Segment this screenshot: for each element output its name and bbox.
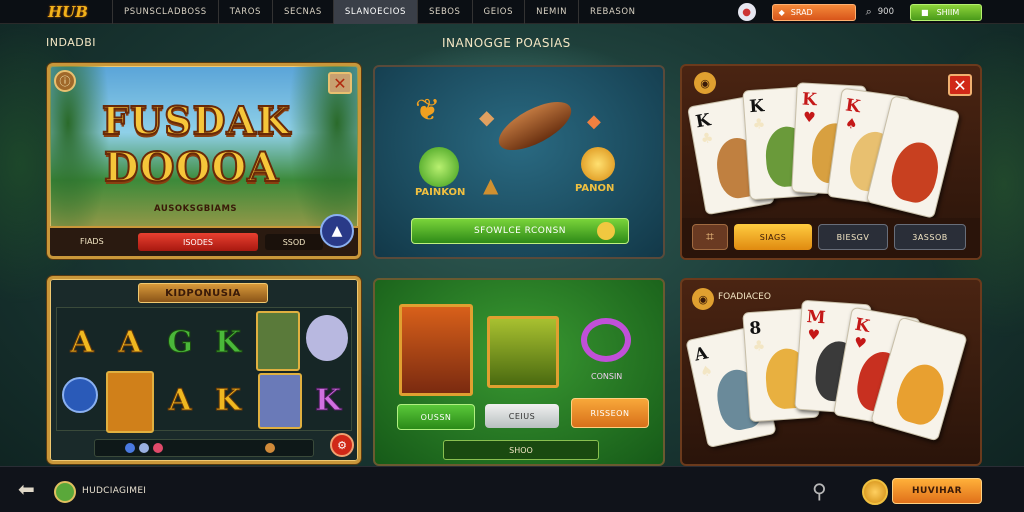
nav-item-active[interactable]: SLANOECIOS: [332, 0, 417, 24]
wallet-icon: ◆: [778, 7, 785, 17]
green-button-2[interactable]: CEIUS: [485, 404, 559, 428]
slot-symbol-mask: [306, 315, 348, 361]
card-button-3[interactable]: 3ASSOB: [894, 224, 966, 250]
bottom-bar: ⬅ HUDCIAGIMEI ⚲ HUVIHAR: [0, 466, 1024, 512]
game-title-line1: FUSDAK: [101, 97, 292, 144]
footer-left-label: FIADS: [80, 237, 104, 246]
slot-symbol-orb: [62, 377, 98, 413]
slot-controls: [94, 439, 314, 457]
nav-item[interactable]: NEMIN: [524, 0, 578, 24]
chip-icon[interactable]: [125, 443, 135, 453]
arrow-button-icon[interactable]: ▲: [320, 214, 354, 248]
cta-button[interactable]: HUVIHAR: [892, 478, 982, 504]
fishing-game-card[interactable]: ❦ ◆ ▲ ◆ PAINKON PANON SFOWLCE RCONSN: [373, 65, 665, 259]
coin-icon: [581, 147, 615, 181]
green-game-label: CONSIN: [591, 372, 623, 381]
avatar[interactable]: [54, 481, 76, 503]
coin-count: 900: [877, 7, 894, 17]
avatar-icon[interactable]: ●: [737, 3, 756, 21]
featured-footer: FIADS ISODES SSOD ▲: [50, 214, 358, 256]
close-icon[interactable]: ✕: [328, 72, 352, 94]
fish-tail-icon: ▲: [483, 173, 499, 197]
card-game-title: FOADIACEO: [718, 292, 771, 302]
magic-orb-icon: [581, 318, 631, 362]
coin-icon: ◉: [694, 72, 716, 94]
nav-item[interactable]: PSUNSCLADBOSS: [112, 0, 218, 24]
main-nav: PSUNSCLADBOSS TAROS SECNAS SLANOECIOS SE…: [112, 0, 647, 24]
slot-symbol: K: [214, 324, 242, 360]
fish-icon: ❦: [415, 93, 441, 128]
footer-right-label: SSOD: [265, 234, 323, 250]
slot-symbol-character: [258, 373, 302, 429]
game-subtitle: AUSOKSGBIAMS: [154, 204, 238, 214]
grid-icon[interactable]: ⌗: [692, 224, 728, 250]
slot-symbol: G: [167, 324, 194, 360]
fish-icon: ◆: [479, 105, 495, 129]
slot-title-banner: KIDPONUSIA: [138, 283, 268, 303]
play-button[interactable]: ISODES: [138, 233, 258, 251]
coin-icon: [597, 222, 615, 240]
card-button-1[interactable]: SIAGS: [734, 224, 812, 250]
card-game-top[interactable]: ◉ ✕ K ♣ K ♣ K ♥ K ♠ ⌗ SIAGS BIESGV 3ASSOB: [680, 64, 982, 260]
nav-item[interactable]: REBASON: [578, 0, 647, 24]
slot-symbol-character: [256, 311, 300, 371]
fishing-label-left: PAINKON: [415, 187, 466, 198]
green-button-3[interactable]: RISSEON: [571, 398, 649, 428]
card-game-bottom[interactable]: ◉ FOADIACEO A ♠ 8 ♣ M ♥ K ♥: [680, 278, 982, 466]
chip-icon[interactable]: [139, 443, 149, 453]
spin-icon[interactable]: ⚙: [330, 433, 354, 457]
fish-icon: ◆: [587, 111, 601, 132]
fish-icon: [491, 92, 579, 160]
info-icon[interactable]: ⓘ: [54, 70, 76, 92]
slot-symbol: A: [168, 382, 192, 418]
shop-button[interactable]: ■ SHIIM: [910, 3, 982, 21]
search-icon[interactable]: ⌕: [866, 5, 872, 19]
coin-icon[interactable]: [862, 479, 888, 505]
game-title-line2: DOOOA: [103, 143, 280, 192]
close-icon[interactable]: ✕: [948, 74, 972, 96]
slot-symbol: A: [118, 324, 142, 360]
logo: HUB: [48, 2, 88, 21]
username: HUDCIAGIMEI: [82, 486, 147, 496]
card-button-2[interactable]: BIESGV: [818, 224, 888, 250]
green-game-footer[interactable]: SHOO: [443, 440, 599, 460]
chip-icon[interactable]: [153, 443, 163, 453]
nav-item[interactable]: SEBOS: [417, 0, 472, 24]
character-portrait: [399, 304, 473, 396]
green-game-card[interactable]: CONSIN OUSSN CEIUS RISSEON SHOO: [373, 278, 665, 466]
treasure-icon: [487, 316, 559, 388]
section-title-left: INDADBI: [46, 36, 97, 49]
nav-item[interactable]: SECNAS: [272, 0, 333, 24]
gift-icon: ■: [921, 7, 929, 17]
fish-icon: [419, 147, 459, 187]
featured-game-card[interactable]: ⓘ ✕ FUSDAK DOOOA AUSOKSGBIAMS FIADS ISOD…: [47, 63, 361, 259]
balance-button[interactable]: ◆ SRAD: [771, 3, 856, 21]
slot-symbol: A: [70, 324, 94, 360]
slot-symbol-character: [106, 371, 154, 433]
coin-icon: ◉: [692, 288, 714, 310]
nav-item[interactable]: GEIOS: [471, 0, 525, 24]
fishing-label-right: PANON: [575, 183, 615, 194]
map-pin-icon[interactable]: ⚲: [812, 479, 827, 503]
slot-symbol: K: [214, 382, 242, 418]
back-arrow-icon[interactable]: ⬅: [18, 477, 35, 501]
card-buttons-bar: ⌗ SIAGS BIESGV 3ASSOB: [682, 218, 980, 258]
green-button-1[interactable]: OUSSN: [397, 404, 475, 430]
section-title-center: INANOGGE POASIAS: [442, 36, 571, 50]
slot-game-card[interactable]: KIDPONUSIA A A G K A K K ⚙: [47, 276, 361, 464]
nav-item[interactable]: TAROS: [217, 0, 272, 24]
slot-symbol: K: [314, 382, 342, 418]
chip-icon[interactable]: [265, 443, 275, 453]
top-bar: HUB PSUNSCLADBOSS TAROS SECNAS SLANOECIO…: [0, 0, 1024, 24]
